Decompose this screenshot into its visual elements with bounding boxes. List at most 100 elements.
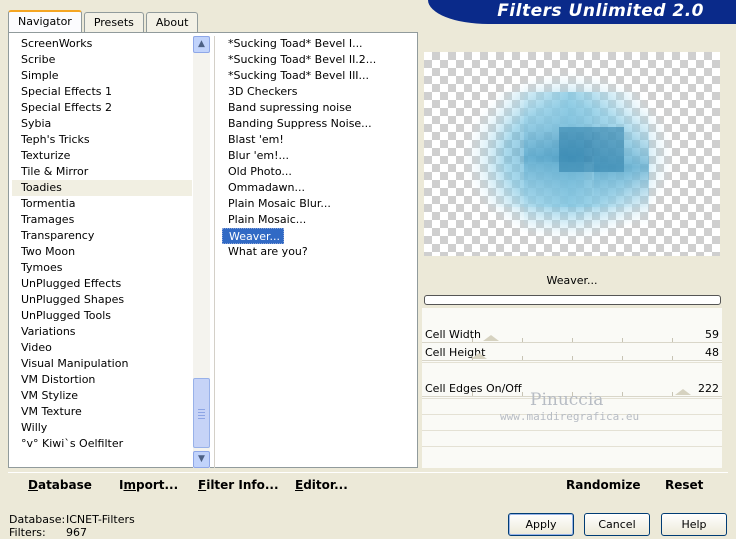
slider-tick — [672, 356, 673, 360]
list-item[interactable]: Band supressing noise — [220, 100, 416, 116]
list-item[interactable]: VM Texture — [12, 404, 192, 420]
filters-unlimited-dialog: Navigator Presets About Filters Unlimite… — [0, 0, 736, 539]
list-item[interactable]: Video — [12, 340, 192, 356]
chevron-down-icon: ▼ — [198, 454, 205, 464]
slider-tick — [672, 338, 673, 342]
watermark-name: Pinuccia — [530, 390, 604, 410]
list-item[interactable]: Sybia — [12, 116, 192, 132]
filter-info-button[interactable]: Filter Info... — [198, 478, 279, 492]
slider-tick — [672, 392, 673, 396]
list-item[interactable]: Weaver... — [222, 228, 285, 244]
list-divider — [214, 36, 215, 468]
category-scrollbar[interactable]: ▲ ▼ — [193, 36, 210, 468]
list-item[interactable]: Ommadawn... — [220, 180, 416, 196]
slider-tick — [472, 392, 473, 396]
param-empty-row — [422, 362, 722, 377]
cancel-button[interactable]: Cancel — [584, 513, 650, 536]
list-item[interactable]: Teph's Tricks — [12, 132, 192, 148]
list-item[interactable]: UnPlugged Tools — [12, 308, 192, 324]
list-item[interactable]: Two Moon — [12, 244, 192, 260]
list-item[interactable]: Banding Suppress Noise... — [220, 116, 416, 132]
list-item[interactable]: Toadies — [12, 180, 192, 196]
tab-presets[interactable]: Presets — [83, 12, 144, 32]
list-item[interactable]: *Sucking Toad* Bevel II.2... — [220, 52, 416, 68]
watermark-url: www.maidiregrafica.eu — [500, 410, 640, 423]
list-item[interactable]: Plain Mosaic... — [220, 212, 416, 228]
status-database: Database: ICNET-Filters — [9, 513, 135, 526]
scroll-down-button[interactable]: ▼ — [193, 451, 210, 468]
list-item[interactable]: °v° Kiwi`s Oelfilter — [12, 436, 192, 452]
slider-tick — [472, 356, 473, 360]
param-empty-row — [422, 446, 722, 461]
tab-navigator[interactable]: Navigator — [8, 10, 82, 32]
list-item[interactable]: ScreenWorks — [12, 36, 192, 52]
status-filters-label: Filters: — [9, 526, 46, 539]
status-database-value: ICNET-Filters — [66, 513, 135, 526]
list-item[interactable]: Special Effects 1 — [12, 84, 192, 100]
slider-tick — [622, 392, 623, 396]
list-item[interactable]: *Sucking Toad* Bevel III... — [220, 68, 416, 84]
database-button[interactable]: Database — [28, 478, 92, 492]
list-item[interactable]: Tymoes — [12, 260, 192, 276]
param-value: 222 — [698, 382, 719, 395]
list-item[interactable]: What are you? — [220, 244, 416, 260]
status-database-label: Database: — [9, 513, 66, 526]
list-item[interactable]: UnPlugged Shapes — [12, 292, 192, 308]
status-filters: Filters: 967 — [9, 526, 87, 539]
param-value: 48 — [705, 346, 719, 359]
slider-tick — [522, 392, 523, 396]
list-item[interactable]: Plain Mosaic Blur... — [220, 196, 416, 212]
cell-height-slider-thumb[interactable] — [471, 353, 487, 359]
list-item[interactable]: Tormentia — [12, 196, 192, 212]
param-value: 59 — [705, 328, 719, 341]
slider-tick — [622, 338, 623, 342]
reset-button[interactable]: Reset — [665, 478, 703, 492]
filter-name-bar: Weaver... — [422, 270, 722, 292]
list-item[interactable]: Willy — [12, 420, 192, 436]
slider-tick — [622, 356, 623, 360]
slider-tick — [472, 338, 473, 342]
list-item[interactable]: *Sucking Toad* Bevel I... — [220, 36, 416, 52]
category-list[interactable]: ScreenWorks Scribe Simple Special Effects 1… — [12, 36, 192, 468]
list-item[interactable]: Blast 'em! — [220, 132, 416, 148]
list-item[interactable]: Visual Manipulation — [12, 356, 192, 372]
slider-tick — [522, 356, 523, 360]
import-button[interactable]: Import... — [119, 478, 178, 492]
list-item[interactable]: UnPlugged Effects — [12, 276, 192, 292]
slider-tick — [522, 338, 523, 342]
list-item[interactable]: Simple — [12, 68, 192, 84]
tab-about[interactable]: About — [145, 12, 199, 32]
preview-image — [464, 72, 674, 242]
scroll-up-button[interactable]: ▲ — [193, 36, 210, 53]
list-item[interactable]: Scribe — [12, 52, 192, 68]
list-item[interactable]: VM Distortion — [12, 372, 192, 388]
cell-edges-slider-thumb[interactable] — [675, 389, 691, 395]
editor-button[interactable]: Editor... — [295, 478, 348, 492]
list-item[interactable]: VM Stylize — [12, 388, 192, 404]
slider-tick — [572, 356, 573, 360]
list-item[interactable]: Blur 'em!... — [220, 148, 416, 164]
list-item[interactable]: Tramages — [12, 212, 192, 228]
tab-bar: Navigator Presets About — [8, 10, 200, 32]
filter-list[interactable]: *Sucking Toad* Bevel I... *Sucking Toad* … — [220, 36, 416, 468]
cell-width-slider-thumb[interactable] — [483, 335, 499, 341]
apply-button[interactable]: Apply — [508, 513, 574, 536]
title-banner: Filters Unlimited 2.0 — [428, 0, 736, 24]
current-filter-name: Weaver... — [546, 274, 598, 287]
list-item[interactable]: Old Photo... — [220, 164, 416, 180]
help-button[interactable]: Help — [661, 513, 727, 536]
randomize-button[interactable]: Randomize — [566, 478, 640, 492]
list-item[interactable]: Texturize — [12, 148, 192, 164]
scroll-thumb[interactable] — [193, 378, 210, 448]
status-filters-value: 967 — [66, 526, 87, 539]
list-item[interactable]: Transparency — [12, 228, 192, 244]
progress-bar — [424, 295, 721, 305]
chevron-up-icon: ▲ — [198, 39, 205, 49]
param-label: Cell Edges On/Off — [425, 382, 522, 395]
list-item[interactable]: 3D Checkers — [220, 84, 416, 100]
parameter-panel: Cell Width 59 Cell Height 48 Cell Edges … — [422, 308, 722, 468]
list-item[interactable]: Special Effects 2 — [12, 100, 192, 116]
list-item[interactable]: Variations — [12, 324, 192, 340]
param-empty-row — [422, 430, 722, 445]
list-item[interactable]: Tile & Mirror — [12, 164, 192, 180]
